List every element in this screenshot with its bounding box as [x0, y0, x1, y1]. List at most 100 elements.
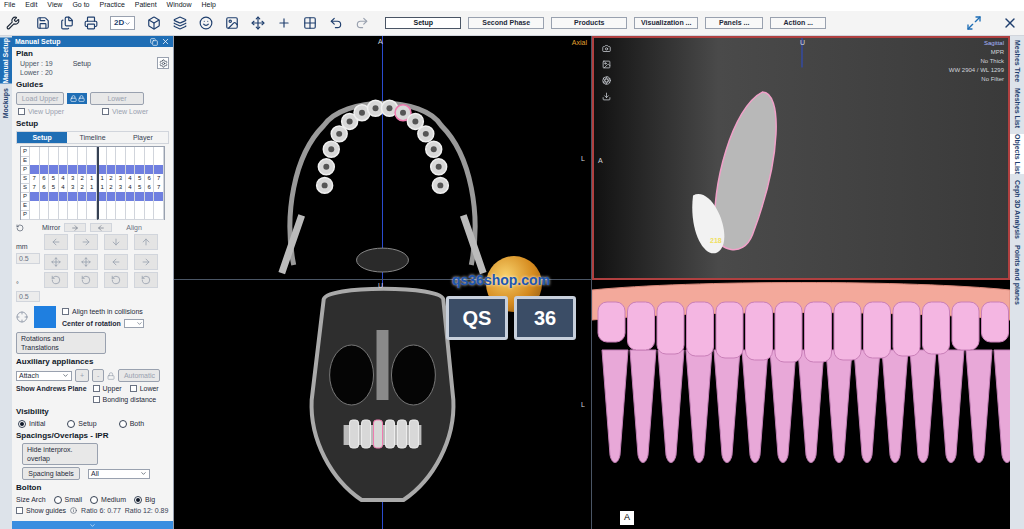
andrews-lower-checkbox[interactable]: Lower [130, 384, 159, 393]
setup-tab[interactable]: Player [118, 132, 168, 143]
radio-circle[interactable] [134, 496, 142, 504]
right-tab[interactable]: Ceph 3D Analysis [1010, 180, 1024, 239]
phase-button[interactable]: Second Phase [468, 17, 544, 30]
lock-icon[interactable] [107, 372, 115, 380]
move-left[interactable] [44, 234, 68, 250]
move-back[interactable] [74, 254, 98, 270]
phase-button[interactable]: Products [551, 17, 627, 30]
layers-icon[interactable] [173, 16, 187, 30]
info-icon[interactable] [70, 507, 77, 514]
load-lower-button[interactable]: Lower [90, 92, 144, 105]
close-icon[interactable] [161, 37, 170, 46]
mirror-left-button[interactable] [90, 223, 112, 232]
move-down[interactable] [104, 234, 128, 250]
radio-circle[interactable] [18, 420, 26, 428]
view-guide-checkbox[interactable]: View Upper [18, 107, 64, 116]
chart-cell[interactable] [30, 210, 40, 220]
menu-item[interactable]: Patient [135, 0, 157, 11]
move-icon[interactable] [251, 16, 265, 30]
left-tab[interactable]: Manual Setup [0, 38, 12, 84]
wrench-icon[interactable] [6, 16, 20, 30]
rotate-b[interactable] [74, 272, 98, 288]
size-arch-radio[interactable]: Medium [90, 495, 126, 504]
face-icon[interactable] [199, 16, 213, 30]
right-tab[interactable]: Objects List [1010, 134, 1024, 174]
maximize-icon[interactable] [966, 15, 982, 31]
phase-button[interactable]: Action ... [770, 17, 826, 30]
automatic-button[interactable]: Automatic [118, 369, 160, 382]
right-tab[interactable]: Meshes Tree [1010, 40, 1024, 82]
rotate-a[interactable] [44, 272, 68, 288]
chart-cell[interactable] [78, 210, 88, 220]
camera-icon[interactable] [602, 44, 611, 53]
box-icon[interactable] [147, 16, 161, 30]
view-mode-button[interactable]: 2D [110, 16, 135, 30]
setup-tab[interactable]: Timeline [67, 132, 117, 143]
checkbox-box[interactable] [93, 385, 100, 392]
checkbox-box[interactable] [130, 385, 137, 392]
save-icon[interactable] [36, 16, 50, 30]
move-right[interactable] [74, 234, 98, 250]
rotate-d[interactable] [134, 272, 158, 288]
visibility-radio[interactable]: Both [119, 419, 144, 428]
size-arch-radio[interactable]: Small [54, 495, 83, 504]
spin-field[interactable]: 0.5 [16, 253, 40, 264]
download-icon[interactable] [602, 92, 611, 101]
center-button[interactable] [34, 306, 56, 328]
tooth-chart[interactable]: PEPS76543211234567S76543211234567PEP [20, 146, 165, 220]
checkbox-box[interactable] [18, 108, 25, 115]
aperture-icon[interactable] [602, 76, 611, 85]
menu-item[interactable]: Practice [100, 0, 125, 11]
bonding-distance-checkbox[interactable]: Bonding distance [93, 395, 159, 404]
chart-cell[interactable] [107, 210, 117, 220]
chart-cell[interactable] [59, 210, 69, 220]
checkbox-box[interactable] [16, 507, 23, 514]
chart-cell[interactable] [68, 210, 78, 220]
andrews-upper-checkbox[interactable]: Upper [93, 384, 122, 393]
visibility-radio[interactable]: Initial [18, 419, 45, 428]
visibility-radio[interactable]: Setup [67, 419, 96, 428]
chart-cell[interactable] [97, 210, 107, 220]
reset-icon[interactable] [16, 224, 24, 232]
center-select[interactable] [124, 319, 144, 328]
right-tab[interactable]: Points and planes [1010, 245, 1024, 305]
view-guide-checkbox[interactable]: View Lower [102, 107, 148, 116]
appliance-select[interactable]: Attach [16, 371, 72, 381]
float-icon[interactable] [150, 38, 158, 46]
sagittal-viewport[interactable]: UA218SagittalMPRNo ThickWW 2904 / WL 129… [592, 36, 1010, 280]
radio-circle[interactable] [54, 496, 62, 504]
settings-button[interactable] [157, 57, 169, 69]
image-icon[interactable] [602, 60, 611, 69]
close-icon[interactable] [1002, 15, 1018, 31]
undo-icon[interactable] [329, 16, 343, 30]
move-front[interactable] [44, 254, 68, 270]
printer-icon[interactable] [84, 16, 98, 30]
spacing-filter-select[interactable]: All [88, 469, 150, 479]
copy-icon[interactable] [60, 16, 74, 30]
mirror-right-button[interactable] [64, 223, 86, 232]
add-appliance-button[interactable]: + [75, 369, 89, 382]
rotate-c[interactable] [104, 272, 128, 288]
move-in[interactable] [104, 254, 128, 270]
chart-cell[interactable] [40, 210, 50, 220]
checkbox-box[interactable] [93, 396, 100, 403]
hide-overlap-button[interactable]: Hide interprox. overlap [22, 443, 98, 465]
menu-item[interactable]: Window [167, 0, 192, 11]
checkbox-box[interactable] [102, 108, 109, 115]
chart-cell[interactable] [116, 210, 126, 220]
spacing-labels-button[interactable]: Spacing labels [22, 467, 80, 480]
radio-circle[interactable] [67, 420, 75, 428]
rotations-button[interactable]: Rotations and Translations [16, 332, 106, 354]
redo-icon[interactable] [355, 16, 369, 30]
chart-cell[interactable] [135, 210, 145, 220]
move-up[interactable] [134, 234, 158, 250]
left-tab[interactable]: Mockups [0, 88, 12, 118]
chart-cell[interactable] [145, 210, 155, 220]
radio-circle[interactable] [119, 420, 127, 428]
menu-item[interactable]: Go to [72, 0, 89, 11]
chart-cell[interactable] [154, 210, 164, 220]
model-3d-viewport[interactable]: A [592, 280, 1010, 529]
plus-icon[interactable] [277, 16, 291, 30]
chart-cell[interactable] [126, 210, 136, 220]
menu-item[interactable]: Edit [25, 0, 37, 11]
